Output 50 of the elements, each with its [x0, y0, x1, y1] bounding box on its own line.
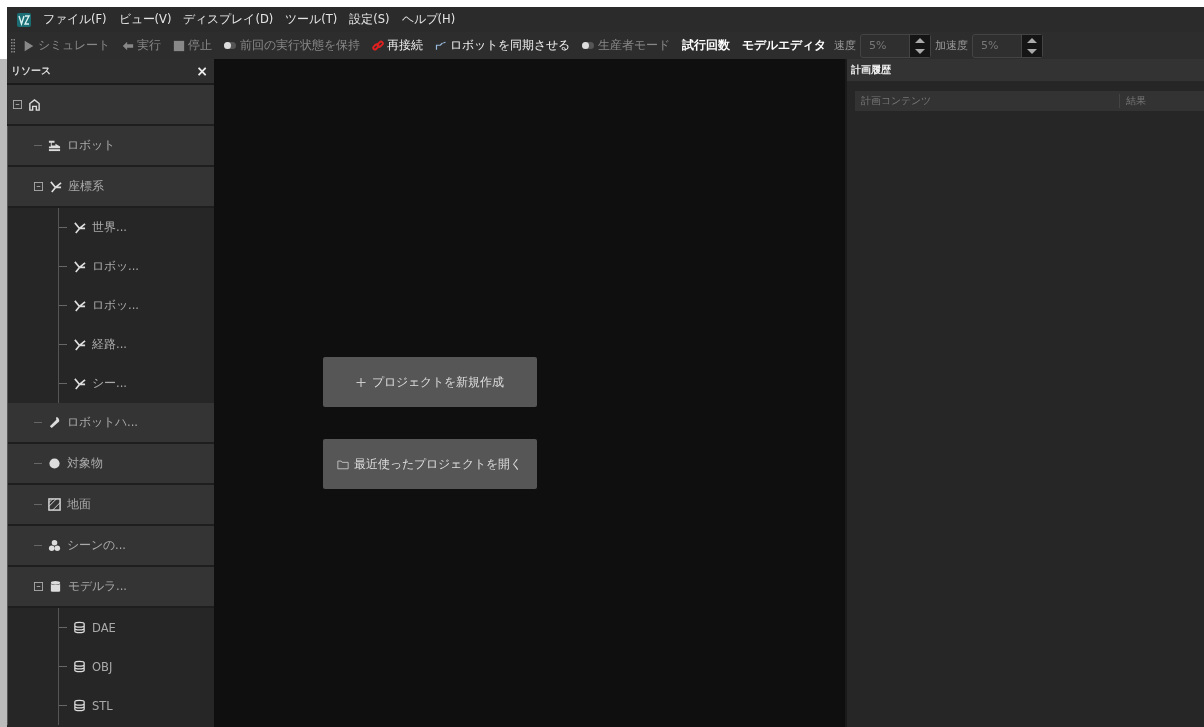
collapse-toggle-icon[interactable]: [13, 100, 22, 109]
toolbar-button[interactable]: ロボットを同期させる: [431, 38, 574, 53]
menu-item[interactable]: ビュー(V): [118, 12, 172, 27]
panel-title: 計画履歴: [847, 59, 1204, 81]
collapse-toggle-icon[interactable]: [34, 182, 43, 191]
link-icon: [372, 39, 384, 52]
menu-item[interactable]: 設定(S): [349, 12, 390, 27]
project-button[interactable]: プロジェクトを新規作成: [322, 357, 537, 407]
axes-icon: [73, 221, 86, 234]
ground-icon: [48, 498, 61, 511]
circles-icon: [48, 539, 61, 552]
plus-icon: [355, 376, 367, 388]
collapse-toggle-icon[interactable]: [34, 582, 43, 591]
app-logo-icon: [17, 12, 31, 27]
menu-item[interactable]: ヘルプ(H): [401, 12, 456, 27]
wrench-icon: [48, 416, 61, 429]
stop-icon: [173, 39, 185, 52]
menu-item[interactable]: ファイル(F): [43, 12, 107, 27]
tree-item[interactable]: シーンの...: [8, 526, 214, 567]
menu-item[interactable]: ツール(T): [285, 12, 338, 27]
toolbar-button[interactable]: 試行回数: [678, 38, 734, 53]
toolbar-button[interactable]: モデルエディタ: [738, 38, 830, 53]
play-icon: [23, 39, 35, 52]
axes-icon: [73, 299, 86, 312]
menu-item[interactable]: ディスプレイ(D): [183, 12, 274, 27]
axes-icon: [49, 180, 62, 193]
spinner-label: 速度: [834, 38, 856, 53]
database-icon: [73, 660, 86, 673]
object-icon: [48, 457, 61, 470]
database-icon: [73, 621, 86, 634]
axes-icon: [73, 338, 86, 351]
robot-arm-icon: [48, 139, 61, 152]
toolbar-button[interactable]: 再接続: [368, 38, 427, 53]
project-button[interactable]: 最近使ったプロジェクトを開く: [322, 439, 537, 489]
close-button[interactable]: ×: [196, 63, 208, 79]
spinner-label: 加速度: [935, 38, 968, 53]
home-icon[interactable]: [28, 98, 41, 111]
tree-item[interactable]: 対象物: [8, 444, 214, 485]
database-icon: [49, 580, 62, 593]
folder-icon: [337, 458, 349, 470]
panel-title: リソース: [11, 64, 51, 78]
axes-icon: [73, 377, 86, 390]
tree-item[interactable]: ロボットハ...: [8, 403, 214, 444]
axes-icon: [73, 260, 86, 273]
toolbar-grip-icon: [11, 37, 15, 54]
tree-item[interactable]: 座標系: [8, 167, 214, 208]
database-icon: [73, 699, 86, 712]
tree-item[interactable]: モデルラ...: [8, 567, 214, 608]
tree-item[interactable]: ロボット: [8, 126, 214, 167]
tree-item[interactable]: 地面: [8, 485, 214, 526]
